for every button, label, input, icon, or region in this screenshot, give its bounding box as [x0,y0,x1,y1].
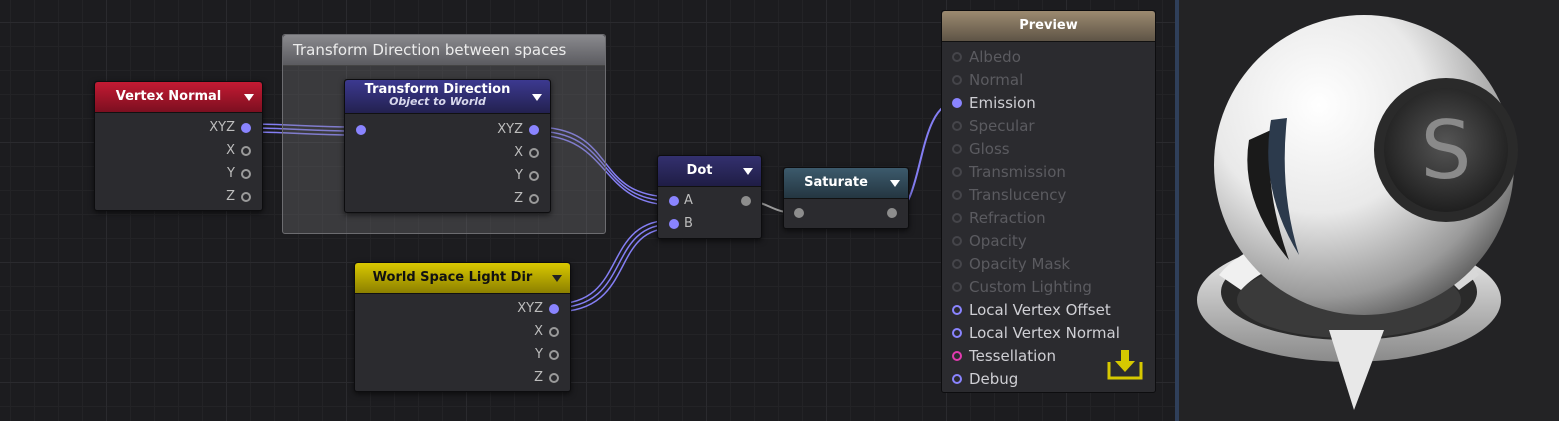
dropdown-caret-icon[interactable] [532,93,542,101]
dropdown-caret-icon[interactable] [244,94,254,101]
input-port-a[interactable] [669,196,679,206]
world-space-light-dir-node[interactable]: World Space Light Dir XYZ X Y Z [354,262,571,392]
output-xyz: XYZ [517,301,543,316]
dropdown-caret-icon[interactable] [743,168,753,175]
input-b: B [684,216,693,231]
input-port[interactable] [952,52,962,62]
input-port-b[interactable] [669,219,679,229]
world-space-light-dir-title: World Space Light Dir [372,270,533,285]
input-label: Debug [969,370,1019,388]
input-port[interactable] [952,351,962,361]
output-port-y[interactable] [529,171,539,181]
input-port[interactable] [952,236,962,246]
input-a: A [684,193,693,208]
vertex-normal-title: Vertex Normal [115,89,222,104]
input-label: Custom Lighting [969,278,1092,296]
output-port[interactable] [741,196,751,206]
input-port[interactable] [952,75,962,85]
shaderforge-s-logo: S [1197,15,1518,410]
output-port-x[interactable] [549,327,559,337]
output-x: X [534,324,543,339]
input-port[interactable] [952,121,962,131]
main-output-node[interactable]: Preview Albedo Normal Emission Specular Glos… [941,10,1156,393]
input-label: Translucency [969,186,1067,204]
input-port[interactable] [952,167,962,177]
vertex-normal-header[interactable]: Vertex Normal [95,82,262,113]
transform-direction-node[interactable]: Transform Direction Object to World XYZ … [344,79,551,213]
output-x: X [514,145,523,160]
preview-header[interactable]: Preview [942,11,1155,42]
output-port-xyz[interactable] [529,125,539,135]
output-port[interactable] [887,208,897,218]
transform-direction-header[interactable]: Transform Direction Object to World [345,80,550,114]
world-space-light-dir-header[interactable]: World Space Light Dir [355,263,570,294]
download-tray-icon[interactable] [1107,348,1143,380]
saturate-node[interactable]: Saturate [783,167,909,229]
output-port-z[interactable] [549,373,559,383]
dropdown-caret-icon[interactable] [552,275,562,282]
input-label: Opacity [969,232,1027,250]
output-xyz: XYZ [497,122,523,137]
input-label: Emission [969,94,1036,112]
preview-viewport[interactable]: S [1179,0,1559,421]
output-z: Z [534,370,543,385]
output-z: Z [514,191,523,206]
output-y: Y [227,166,235,181]
input-port[interactable] [952,259,962,269]
dot-node[interactable]: Dot A B [657,155,762,239]
input-label: Transmission [969,163,1066,181]
input-port[interactable] [952,190,962,200]
node-canvas[interactable]: Transform Direction between spaces Verte… [0,0,1175,421]
output-port-y[interactable] [241,169,251,179]
output-y: Y [515,168,523,183]
input-label: Opacity Mask [969,255,1071,273]
input-label: Albedo [969,48,1021,66]
input-label: Tessellation [969,347,1056,365]
input-port[interactable] [952,374,962,384]
output-port-x[interactable] [241,146,251,156]
output-port-z[interactable] [241,192,251,202]
output-y: Y [535,347,543,362]
input-label: Local Vertex Offset [969,301,1111,319]
group-title[interactable]: Transform Direction between spaces [283,35,605,66]
input-label: Specular [969,117,1035,135]
vertex-normal-node[interactable]: Vertex Normal XYZ X Y Z [94,81,263,211]
output-x: X [226,143,235,158]
output-port-xyz[interactable] [549,304,559,314]
input-label: Normal [969,71,1024,89]
input-label: Local Vertex Normal [969,324,1120,342]
output-z: Z [226,189,235,204]
input-label: Gloss [969,140,1010,158]
input-port[interactable] [952,98,962,108]
input-port[interactable] [952,328,962,338]
output-port-x[interactable] [529,148,539,158]
svg-text:S: S [1421,104,1472,197]
input-port[interactable] [952,144,962,154]
output-port-xyz[interactable] [241,123,251,133]
input-port[interactable] [952,305,962,315]
saturate-header[interactable]: Saturate [784,168,908,199]
output-xyz: XYZ [209,120,235,135]
input-port[interactable] [952,282,962,292]
output-port-y[interactable] [549,350,559,360]
dot-header[interactable]: Dot [658,156,761,187]
input-port[interactable] [794,208,804,218]
output-port-z[interactable] [529,194,539,204]
dropdown-caret-icon[interactable] [890,180,900,187]
input-port[interactable] [952,213,962,223]
input-label: Refraction [969,209,1046,227]
